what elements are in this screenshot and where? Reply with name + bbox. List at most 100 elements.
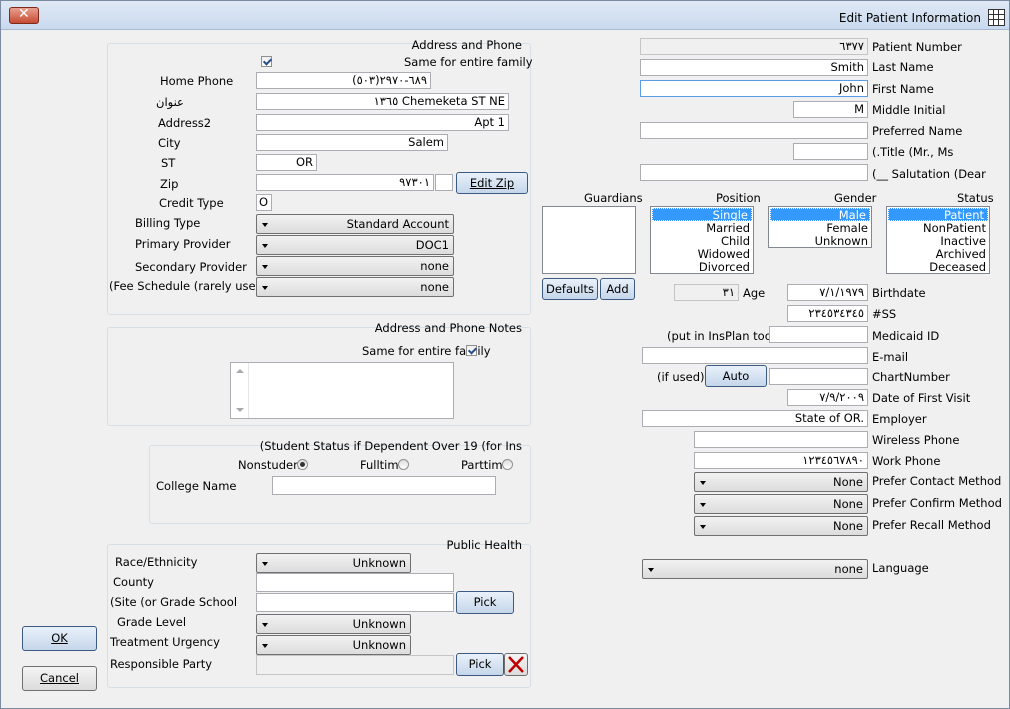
address-input[interactable]: ١٣٦٥ Chemeketa ST NE [256,93,509,110]
edit-zip-label: Edit Zip [469,176,515,190]
employer-input[interactable]: State of OR. [642,410,868,427]
billing-type-select[interactable]: Standard Account [256,214,454,234]
language-select[interactable]: none [642,559,868,579]
college-name-label: College Name [156,479,237,493]
primary-provider-value: DOC1 [415,238,449,252]
same-family-label: Same for entire family [404,55,533,69]
county-label: County [113,575,154,589]
list-item[interactable]: Single [652,208,752,222]
home-phone-input[interactable]: (٥٠٣)٦٨٩-٢٩٧٠ [256,72,431,89]
list-item[interactable]: Unknown [769,235,871,248]
site-label: (Site (or Grade School [110,595,238,609]
list-item[interactable]: Deceased [887,261,989,274]
nonstudent-radio[interactable] [297,459,308,470]
same-family-checkbox[interactable] [261,56,272,67]
guardians-label: Guardians [584,191,643,205]
first-visit-input[interactable]: ٧/٩/٢٠٠٩ [787,389,868,406]
edit-zip-button[interactable]: Edit Zip [456,172,528,194]
chart-number-input[interactable] [769,368,868,385]
cancel-label: Cancel [40,671,79,685]
grade-select[interactable]: Unknown [256,614,411,634]
site-pick-button[interactable]: Pick [456,591,514,614]
add-guardian-button[interactable]: Add [600,278,635,300]
zip-label: Zip [160,177,179,191]
recall-method-select[interactable]: None [694,516,868,536]
last-name-input[interactable]: Smith [640,59,868,76]
urgency-select[interactable]: Unknown [256,635,411,655]
st-input[interactable]: OR [256,154,317,171]
site-input[interactable] [256,593,454,612]
list-item[interactable]: Male [770,208,870,222]
chevron-down-icon [262,286,268,290]
notes-scrollbar[interactable] [231,363,249,418]
fulltime-radio[interactable] [398,459,409,470]
scroll-down-icon [236,408,244,412]
preferred-name-label: Preferred Name [872,124,963,138]
zip-input[interactable]: ٩٧٣٠١ [256,174,434,191]
city-input[interactable]: Salem [256,134,448,151]
window-title: Edit Patient Information [838,11,981,25]
race-select[interactable]: Unknown [256,553,411,573]
grade-label: Grade Level [117,615,187,629]
email-input[interactable] [642,347,868,364]
guardians-list[interactable] [542,206,636,274]
fee-schedule-select[interactable]: none [256,277,454,297]
confirm-method-select[interactable]: None [694,494,868,514]
recall-method-value: None [832,519,863,533]
age-input: ٣١ [674,284,739,301]
employer-label: Employer [872,412,927,426]
responsible-pick-button[interactable]: Pick [456,653,504,676]
zip-extra-input[interactable] [435,174,453,191]
title-input[interactable] [793,143,868,160]
ok-button[interactable]: OK [22,626,97,651]
middle-initial-input[interactable]: M [793,101,868,118]
age-label: Age [743,286,766,300]
auto-chart-button[interactable]: Auto [705,365,767,387]
contact-method-select[interactable]: None [694,472,868,492]
chevron-down-icon [262,223,268,227]
close-icon: ✕ [18,6,30,22]
language-value: none [834,562,863,576]
work-phone-input[interactable]: ١٢٣٤٥٦٧٨٩٠ [694,452,868,469]
clear-responsible-button[interactable] [504,653,528,676]
primary-provider-label: Primary Provider [135,237,231,251]
title-label: (.Title (Mr., Ms [872,145,954,159]
confirm-method-value: None [832,497,863,511]
secondary-provider-select[interactable]: none [256,256,454,276]
notes-same-family-checkbox[interactable] [466,345,477,356]
notes-textarea[interactable] [230,362,454,419]
notes-group-label: Address and Phone Notes [374,321,522,335]
address2-input[interactable]: Apt 1 [256,114,509,131]
wireless-phone-input[interactable] [694,431,868,448]
home-phone-label: Home Phone [160,74,234,88]
gender-list[interactable]: Male Female Unknown [768,206,872,248]
fee-schedule-label: (Fee Schedule (rarely used [109,279,263,293]
grid-icon [988,9,1005,26]
salutation-input[interactable] [640,164,868,181]
chevron-down-icon [262,244,268,248]
credit-type-input[interactable]: O [256,194,272,211]
title-bar: ✕ Edit Patient Information [1,1,1009,30]
patient-number-label: Patient Number [872,40,962,54]
ss-input[interactable]: ٢٣٤٥٣٤٣٤٥ [787,305,868,322]
preferred-name-input[interactable] [640,122,868,139]
contact-method-value: None [832,475,863,489]
county-input[interactable] [256,573,454,592]
cancel-button[interactable]: Cancel [22,666,97,691]
st-label: ST [161,156,176,170]
first-name-input[interactable]: John [640,80,868,97]
first-visit-label: Date of First Visit [872,391,971,405]
ss-label: #SS [872,307,897,321]
college-name-input[interactable] [272,476,496,495]
parttime-radio[interactable] [502,459,513,470]
status-list[interactable]: Patient NonPatient Inactive Archived Dec… [886,206,990,274]
medicaid-input[interactable] [769,326,868,343]
primary-provider-select[interactable]: DOC1 [256,235,454,255]
birthdate-input[interactable]: ٧/١/١٩٧٩ [787,284,868,301]
list-item[interactable]: Divorced [651,261,753,274]
close-button[interactable]: ✕ [9,6,39,24]
position-list[interactable]: Single Married Child Widowed Divorced [650,206,754,274]
list-item[interactable]: Patient [888,208,988,222]
recall-method-label: Prefer Recall Method [872,518,991,532]
defaults-button[interactable]: Defaults [542,278,598,300]
